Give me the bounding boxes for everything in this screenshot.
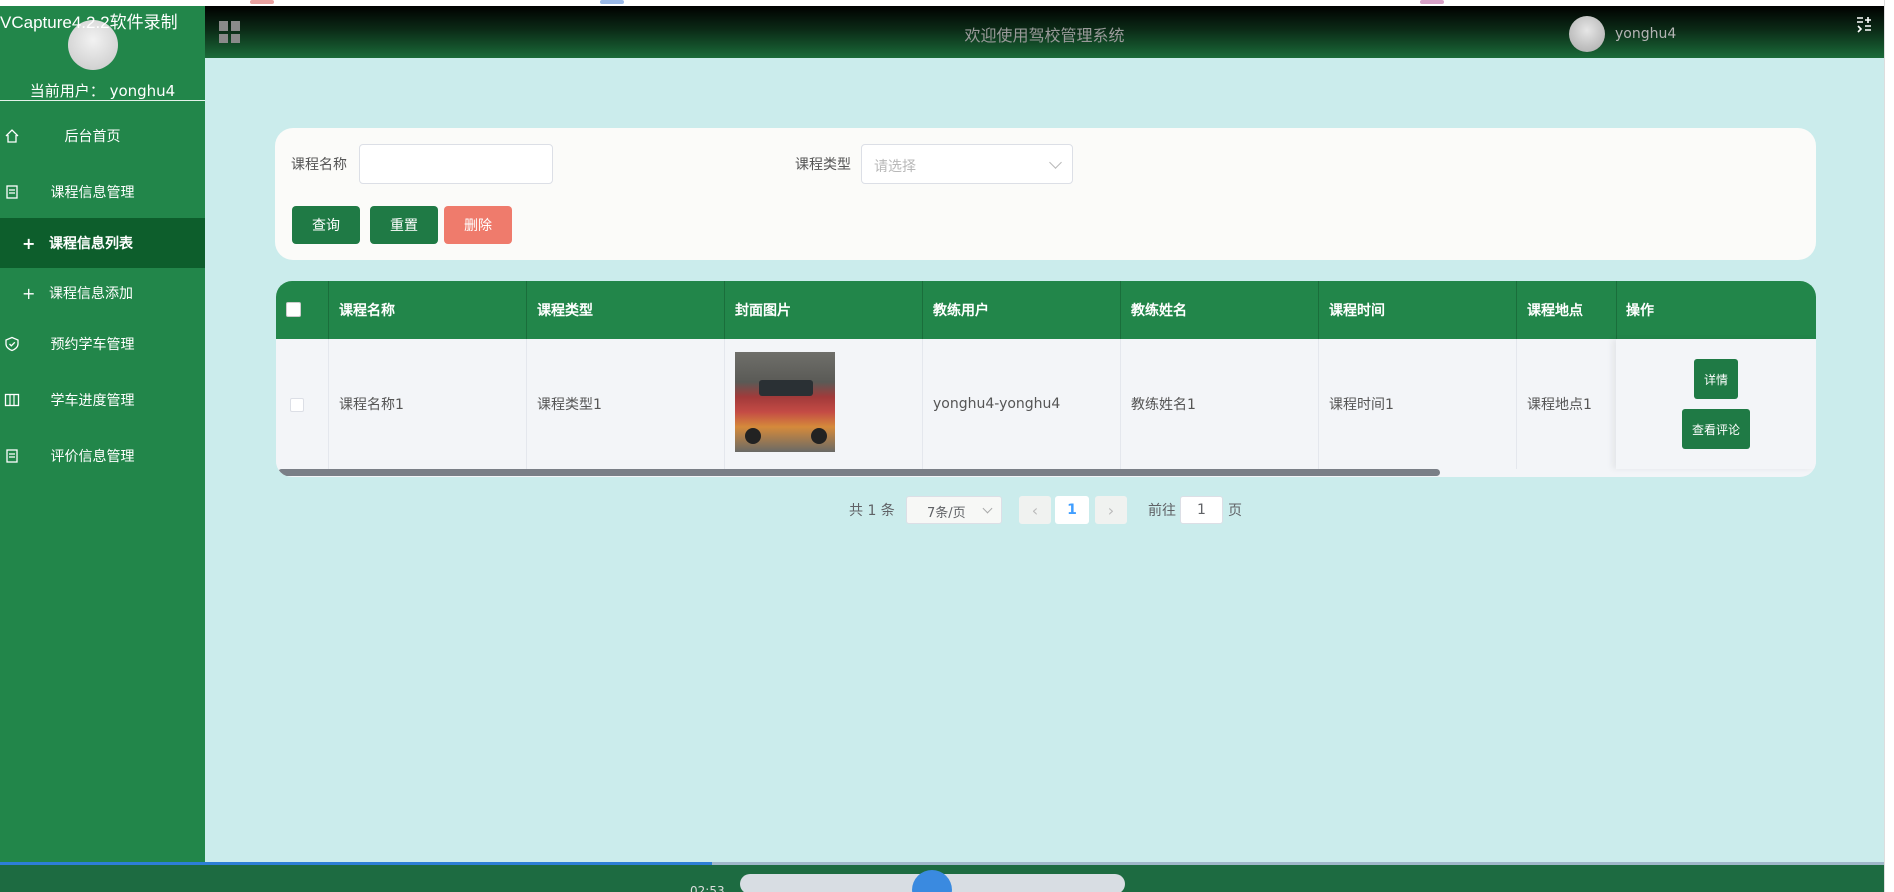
menu-item-label: 课程信息管理 xyxy=(50,185,135,201)
column-header: 操作 xyxy=(1626,303,1654,319)
submenu-label: 课程信息添加 xyxy=(49,286,133,302)
menu-item-course-management[interactable]: 课程信息管理 xyxy=(0,166,205,218)
chevron-down-icon xyxy=(982,503,993,514)
playback-time: 02:53 xyxy=(690,884,725,892)
cell-coach-name: 教练姓名1 xyxy=(1121,339,1319,469)
query-button[interactable]: 查询 xyxy=(292,206,360,244)
row-checkbox[interactable] xyxy=(290,398,304,412)
cell-cover-image xyxy=(725,339,923,469)
menu-item-progress-management[interactable]: 学车进度管理 xyxy=(0,374,205,426)
goto-label: 前往 xyxy=(1148,503,1176,519)
submenu-label: 课程信息列表 xyxy=(49,236,133,252)
table-header: 课程名称 课程类型 封面图片 教练用户 教练姓名 课程时间 课程地点 操作 xyxy=(276,281,1816,339)
recording-watermark: VCapture4.2.2软件录制 xyxy=(0,13,178,32)
view-reviews-button[interactable]: 查看评论 xyxy=(1682,409,1750,449)
menu-item-label: 预约学车管理 xyxy=(50,337,135,353)
menu-item-home[interactable]: 后台首页 xyxy=(0,110,205,162)
top-header: 欢迎使用驾校管理系统 yonghu4 xyxy=(205,6,1884,58)
data-table: 课程名称 课程类型 封面图片 教练用户 教练姓名 课程时间 课程地点 操作 课程… xyxy=(276,281,1816,477)
page-size-select[interactable]: 7条/页 xyxy=(906,496,1002,524)
menu-item-review-management[interactable]: 评价信息管理 xyxy=(0,430,205,482)
menu-item-label: 后台首页 xyxy=(64,129,121,145)
cell-coach-user: yonghu4-yonghu4 xyxy=(923,339,1121,469)
select-all-checkbox[interactable] xyxy=(286,302,301,317)
page-size-value: 7条/页 xyxy=(927,506,966,521)
course-type-label: 课程类型 xyxy=(795,157,851,173)
cell-course-name: 课程名称1 xyxy=(329,339,527,469)
search-panel: 课程名称 课程类型 请选择 查询 重置 删除 xyxy=(275,128,1816,260)
sidebar: 当前用户： yonghu4 后台首页 课程信息管理 + 课程信息列表 + 课程信… xyxy=(0,6,205,892)
submenu-course-list[interactable]: + 课程信息列表 xyxy=(0,218,205,268)
cell-course-time: 课程时间1 xyxy=(1319,339,1517,469)
select-all-cell xyxy=(276,281,329,339)
submenu-course-add[interactable]: + 课程信息添加 xyxy=(0,268,205,318)
header-username[interactable]: yonghu4 xyxy=(1615,26,1676,42)
chevron-down-icon xyxy=(1049,156,1062,169)
row-select-cell xyxy=(276,339,329,469)
column-header[interactable]: 课程时间 xyxy=(1319,281,1517,339)
current-user: 当前用户： yonghu4 xyxy=(0,80,205,101)
menu-item-booking-management[interactable]: 预约学车管理 xyxy=(0,318,205,370)
divider xyxy=(0,100,205,101)
cell-course-place: 课程地点1 xyxy=(1517,339,1617,469)
course-type-placeholder: 请选择 xyxy=(874,159,916,175)
horizontal-scrollbar[interactable] xyxy=(278,469,1440,476)
course-name-input[interactable] xyxy=(359,144,553,184)
column-header[interactable]: 课程类型 xyxy=(527,281,725,339)
collapse-icon[interactable] xyxy=(1855,15,1873,33)
column-header[interactable]: 教练姓名 xyxy=(1121,281,1319,339)
page-number[interactable]: 1 xyxy=(1055,496,1089,524)
course-name-label: 课程名称 xyxy=(291,157,347,173)
chevron-left-icon: ‹ xyxy=(1031,500,1039,520)
table-row: 课程名称1 课程类型1 yonghu4-yonghu4 教练姓名1 课程时间1 … xyxy=(276,339,1816,469)
menu-item-label: 学车进度管理 xyxy=(50,393,135,409)
column-header[interactable]: 课程名称 xyxy=(329,281,527,339)
reset-button[interactable]: 重置 xyxy=(370,206,438,244)
column-header[interactable]: 封面图片 xyxy=(725,281,923,339)
cell-course-type: 课程类型1 xyxy=(527,339,725,469)
current-user-label: 当前用户： xyxy=(29,82,105,100)
window-edge xyxy=(1884,0,1894,892)
column-header[interactable]: 教练用户 xyxy=(923,281,1121,339)
course-type-select[interactable]: 请选择 xyxy=(861,144,1073,184)
pagination-total: 共 1 条 xyxy=(849,503,895,519)
detail-button[interactable]: 详情 xyxy=(1694,359,1738,399)
page-suffix: 页 xyxy=(1228,503,1242,519)
playback-progress-fill xyxy=(0,862,712,865)
plus-icon: + xyxy=(22,283,36,303)
cell-actions: 详情 查看评论 xyxy=(1616,339,1816,469)
column-header[interactable]: 课程地点 xyxy=(1517,281,1617,339)
next-page-button[interactable]: › xyxy=(1095,496,1127,524)
car-cover-image[interactable] xyxy=(735,352,835,452)
current-user-name: yonghu4 xyxy=(109,82,176,100)
menu-item-label: 评价信息管理 xyxy=(50,449,135,465)
delete-button[interactable]: 删除 xyxy=(444,206,512,244)
prev-page-button[interactable]: ‹ xyxy=(1019,496,1051,524)
goto-page-input[interactable]: 1 xyxy=(1180,496,1223,524)
user-avatar[interactable] xyxy=(1569,16,1605,52)
chevron-right-icon: › xyxy=(1107,500,1115,520)
plus-icon: + xyxy=(22,233,36,253)
